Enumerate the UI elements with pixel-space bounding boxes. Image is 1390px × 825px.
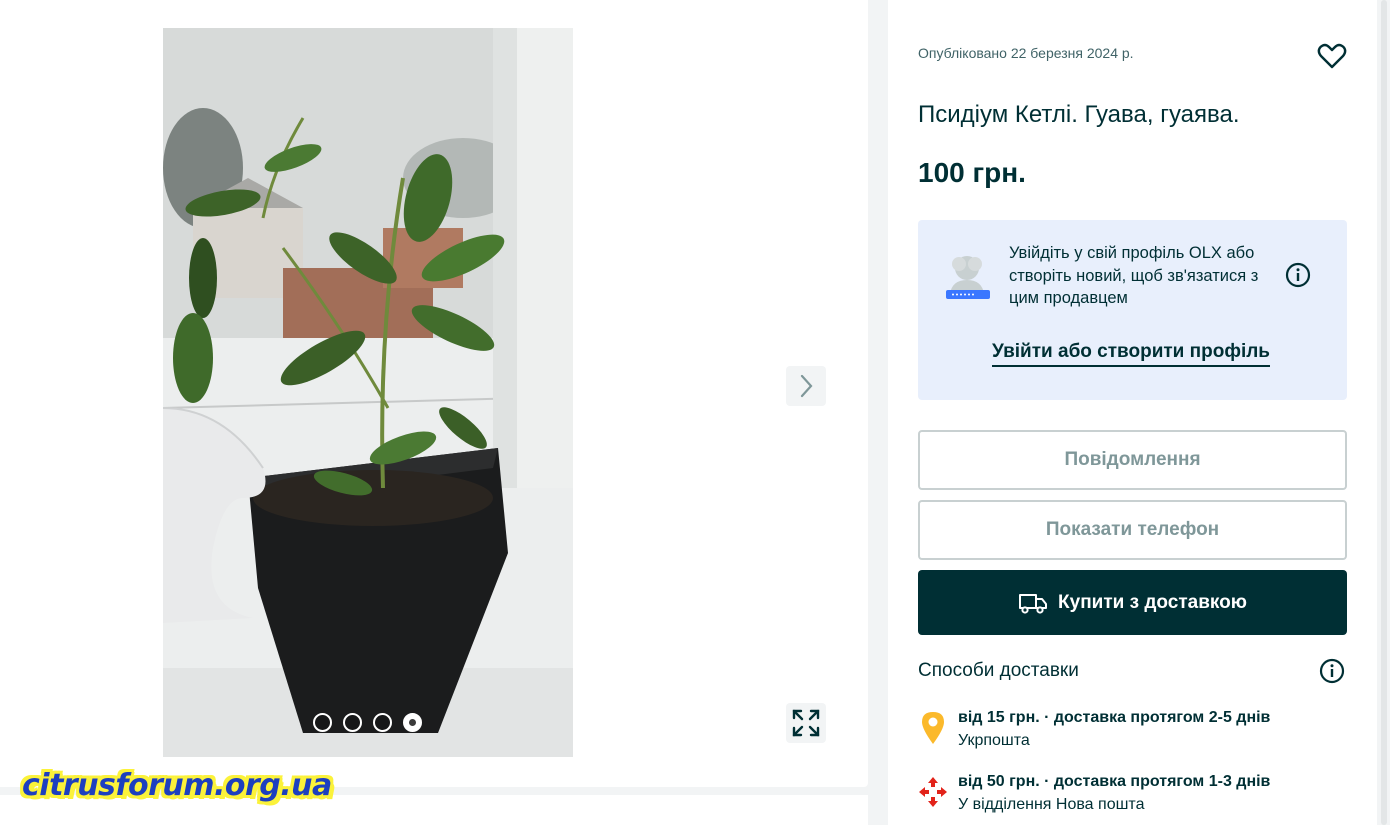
message-button[interactable]: Повідомлення xyxy=(918,430,1347,490)
delivery-option-nova-poshta: від 50 грн. · доставка протягом 1-3 днів… xyxy=(918,773,1358,823)
buy-button-label: Купити з доставкою xyxy=(1058,591,1247,613)
delivery-price-time: від 50 грн. · доставка протягом 1-3 днів xyxy=(958,773,1271,790)
buy-with-delivery-button[interactable]: Купити з доставкою xyxy=(918,570,1347,635)
expand-icon xyxy=(792,709,820,737)
truck-icon xyxy=(1019,593,1048,614)
delivery-price-time: від 15 грн. · доставка протягом 2-5 днів xyxy=(958,709,1271,726)
watermark-text: citrusforum.org.ua xyxy=(22,768,332,803)
delivery-carrier: У відділення Нова пошта xyxy=(958,796,1145,813)
pagination-dot[interactable] xyxy=(373,713,392,732)
pagination-dot-active[interactable] xyxy=(403,713,422,732)
next-photo-button[interactable] xyxy=(786,366,826,406)
info-icon[interactable] xyxy=(1319,658,1345,684)
info-icon[interactable] xyxy=(1285,262,1311,288)
heart-outline-icon xyxy=(1317,43,1347,69)
gallery-card xyxy=(0,0,868,787)
location-pin-icon xyxy=(918,709,948,745)
delivery-carrier: Укрпошта xyxy=(958,732,1030,749)
fullscreen-button[interactable] xyxy=(786,703,826,743)
login-prompt: Увійдіть у свій профіль OLX або створіть… xyxy=(918,220,1347,400)
user-avatar-icon xyxy=(944,250,992,306)
listing-sidebar: Опубліковано 22 березня 2024 р. Псидіум … xyxy=(888,0,1377,825)
show-phone-button[interactable]: Показати телефон xyxy=(918,500,1347,560)
favorite-button[interactable] xyxy=(1316,40,1348,72)
photo-pagination xyxy=(313,713,422,732)
chevron-right-icon xyxy=(800,374,813,398)
scrollbar-thumb[interactable] xyxy=(1381,0,1387,825)
listing-title: Псидіум Кетлі. Гуава, гуаява. xyxy=(918,101,1240,128)
listing-photo[interactable] xyxy=(163,28,573,757)
nova-poshta-icon xyxy=(918,773,948,809)
pagination-dot[interactable] xyxy=(343,713,362,732)
delivery-methods-title: Способи доставки xyxy=(918,660,1079,681)
login-link[interactable]: Увійти або створити профіль xyxy=(992,341,1270,367)
listing-price: 100 грн. xyxy=(918,157,1026,188)
login-prompt-text: Увійдіть у свій профіль OLX або створіть… xyxy=(1009,244,1259,307)
published-date: Опубліковано 22 березня 2024 р. xyxy=(918,45,1134,61)
pagination-dot[interactable] xyxy=(313,713,332,732)
delivery-option-ukrposhta: від 15 грн. · доставка протягом 2-5 днів… xyxy=(918,709,1358,759)
